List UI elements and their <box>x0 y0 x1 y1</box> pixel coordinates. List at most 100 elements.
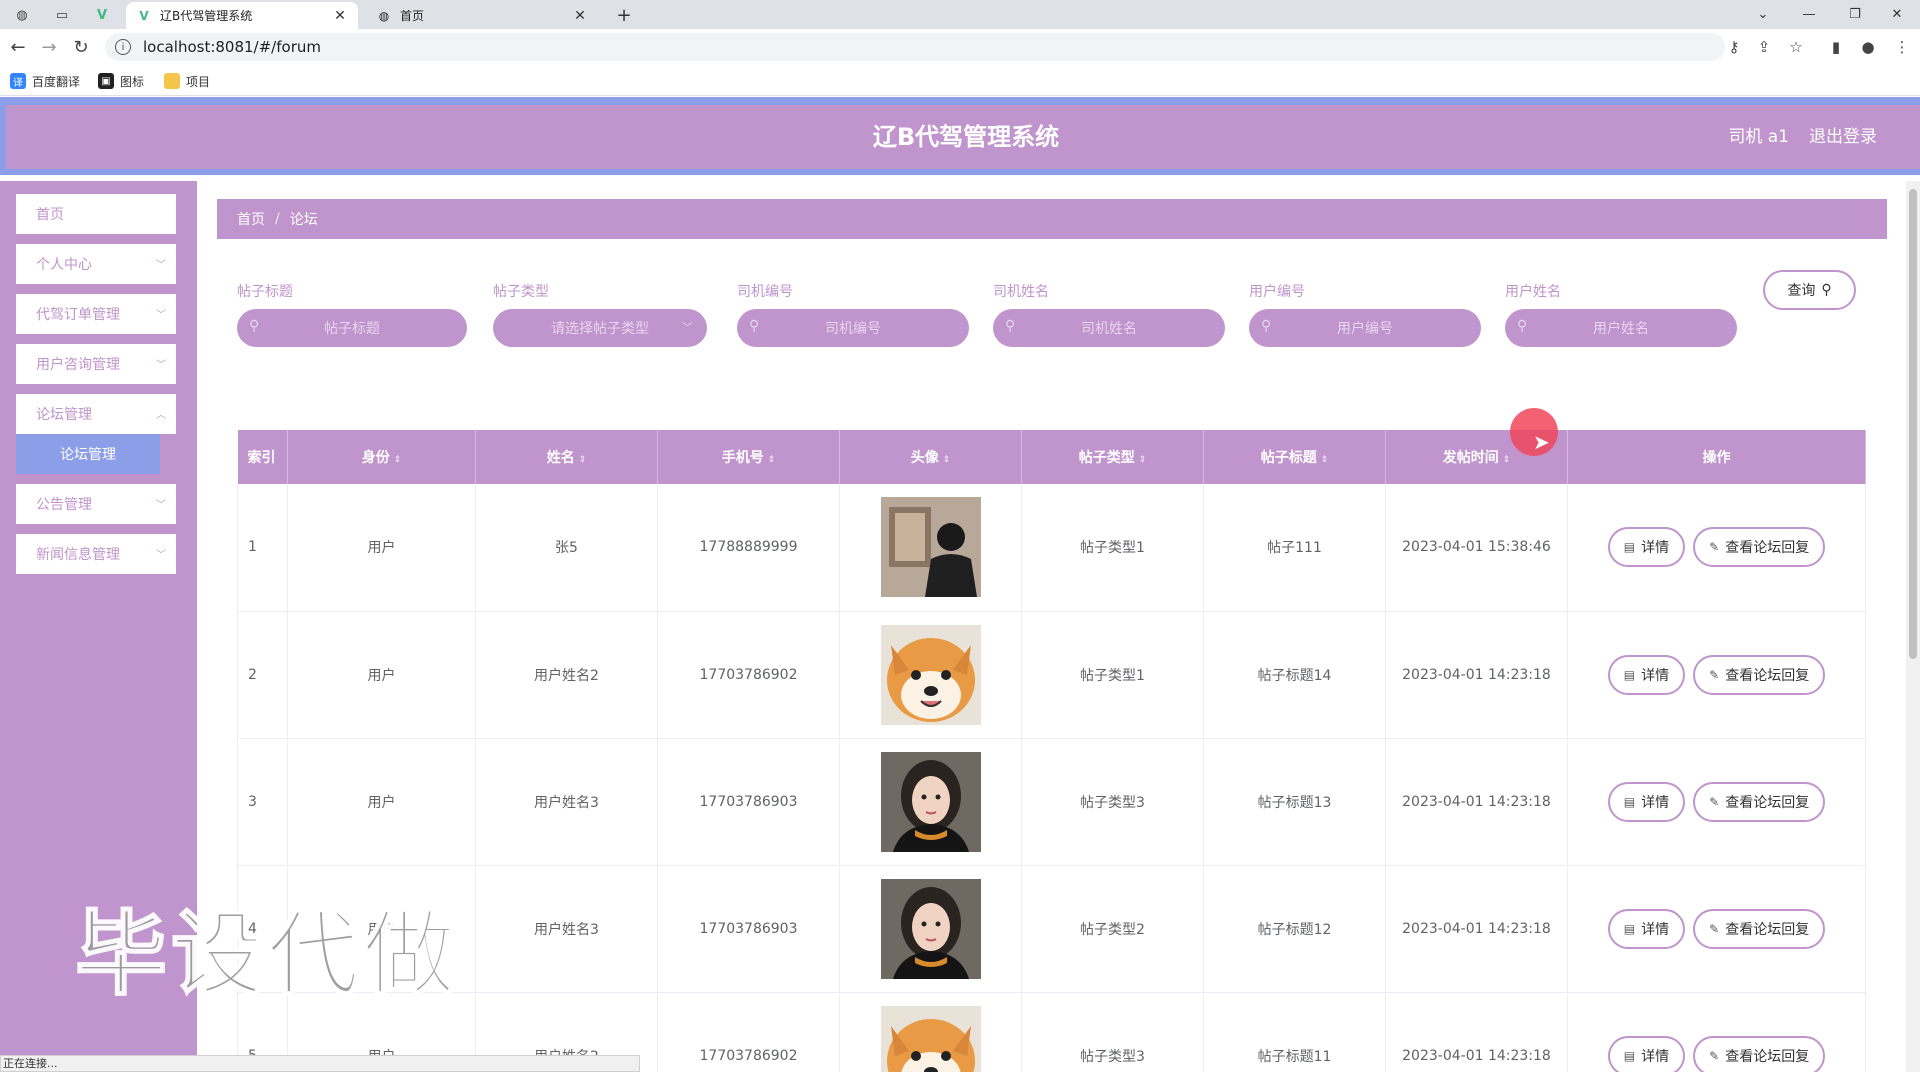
close-tab-icon[interactable]: ✕ <box>332 8 348 24</box>
scrollbar-thumb[interactable] <box>1909 189 1917 659</box>
close-tab-icon[interactable]: ✕ <box>572 8 588 24</box>
view-replies-button[interactable]: ✎ 查看论坛回复 <box>1693 781 1826 822</box>
cell-role: 用户 <box>287 484 476 612</box>
sort-icon[interactable]: ⇕ <box>579 455 587 465</box>
col-phone[interactable]: 手机号 ⇕ <box>657 430 840 484</box>
kebab-menu-icon[interactable]: ⋮ <box>1890 36 1914 58</box>
chevron-down-icon: ﹀ <box>156 360 166 371</box>
sort-icon[interactable]: ⇕ <box>943 455 951 465</box>
bookmark-project[interactable]: 项目 <box>164 71 210 91</box>
search-label-type: 帖子类型 <box>493 284 549 300</box>
address-bar: ← → ↻ i localhost:8081/#/forum ⚷ ⇪ ☆ ▮ ●… <box>0 29 1920 65</box>
cell-name: 用户姓名3 <box>475 865 658 993</box>
cell-time: 2023-04-01 14:23:18 <box>1385 865 1568 993</box>
sidebar-subitem-forum-manage[interactable]: 论坛管理 <box>16 434 160 474</box>
col-role[interactable]: 身份 ⇕ <box>287 430 476 484</box>
browser-tab-active[interactable]: V 辽B代驾管理系统 ✕ <box>126 2 358 29</box>
site-info-icon[interactable]: i <box>115 39 131 55</box>
cell-phone: 17703786903 <box>657 865 840 993</box>
app-title: 辽B代驾管理系统 <box>872 123 1060 151</box>
sidepanel-icon[interactable]: ▮ <box>1824 36 1848 58</box>
document-icon: ▤ <box>1623 794 1636 809</box>
cell-type: 帖子类型1 <box>1021 484 1204 612</box>
forward-arrow-icon[interactable]: → <box>36 35 62 59</box>
pinned-tab-vue-icon[interactable]: V <box>86 3 118 27</box>
current-user: 司机 a1 <box>1728 127 1789 147</box>
sidebar-item-home[interactable]: 首页 <box>16 194 176 234</box>
detail-button[interactable]: ▤ 详情 <box>1607 654 1686 695</box>
detail-button[interactable]: ▤ 详情 <box>1607 781 1686 822</box>
cell-role: 用户 <box>287 738 476 866</box>
minimize-icon[interactable]: — <box>1786 0 1832 29</box>
sort-icon[interactable]: ⇕ <box>1139 455 1147 465</box>
document-icon: ▤ <box>1623 1048 1636 1063</box>
col-avatar[interactable]: 头像 ⇕ <box>839 430 1022 484</box>
browser-tab-strip: ◍ ▭ V V 辽B代驾管理系统 ✕ ◍ 首页 ✕ + ⌄ — ❐ ✕ <box>0 0 1920 29</box>
avatar-image[interactable] <box>840 751 1021 852</box>
view-replies-button[interactable]: ✎ 查看论坛回复 <box>1693 527 1826 568</box>
col-type[interactable]: 帖子类型 ⇕ <box>1021 430 1204 484</box>
col-name[interactable]: 姓名 ⇕ <box>475 430 658 484</box>
sort-icon[interactable]: ⇕ <box>1321 455 1329 465</box>
sidebar-item-profile[interactable]: 个人中心 ﹀ <box>16 244 176 284</box>
page-scrollbar[interactable] <box>1906 181 1920 1072</box>
key-icon[interactable]: ⚷ <box>1722 36 1746 58</box>
sidebar-item-consult[interactable]: 用户咨询管理 ﹀ <box>16 344 176 384</box>
table-header-row: 索引 身份 ⇕ 姓名 ⇕ 手机号 ⇕ 头像 ⇕ 帖子类型 ⇕ 帖子标题 ⇕ 发帖时间 ⇕ 操作 <box>237 430 1866 484</box>
query-button[interactable]: 查询 ⚲ <box>1763 270 1856 310</box>
logout-link[interactable]: 退出登录 <box>1809 105 1877 169</box>
avatar-image[interactable] <box>840 497 1021 598</box>
globe-favicon-icon: ◍ <box>378 8 390 23</box>
back-arrow-icon[interactable]: ← <box>5 35 31 59</box>
search-input-user-name[interactable]: ⚲ 用户姓名 <box>1505 309 1737 347</box>
search-input-driver-no[interactable]: ⚲ 司机编号 <box>737 309 969 347</box>
cell-title: 帖子标题13 <box>1203 738 1386 866</box>
sort-icon[interactable]: ⇕ <box>768 455 776 465</box>
search-input-driver-name[interactable]: ⚲ 司机姓名 <box>993 309 1225 347</box>
sort-icon[interactable]: ⇕ <box>1503 455 1511 465</box>
cell-time: 2023-04-01 14:23:18 <box>1385 611 1568 739</box>
tab-search-icon[interactable]: ⌄ <box>1740 0 1786 29</box>
cell-avatar <box>839 992 1022 1072</box>
sort-icon[interactable]: ⇕ <box>394 455 402 465</box>
cell-name: 用户姓名3 <box>475 738 658 866</box>
pinned-tab-blank-icon[interactable]: ▭ <box>46 3 78 27</box>
sidebar-item-label: 个人中心 <box>36 257 92 273</box>
view-replies-button[interactable]: ✎ 查看论坛回复 <box>1693 654 1826 695</box>
breadcrumb: 首页 / 论坛 <box>217 199 1887 239</box>
share-icon[interactable]: ⇪ <box>1752 36 1776 58</box>
detail-label: 详情 <box>1641 1048 1670 1065</box>
view-replies-button[interactable]: ✎ 查看论坛回复 <box>1693 1035 1826 1072</box>
avatar-image[interactable] <box>840 878 1021 979</box>
profile-icon[interactable]: ● <box>1856 36 1880 58</box>
detail-button[interactable]: ▤ 详情 <box>1607 1035 1686 1072</box>
bookmark-icons[interactable]: ▣ 图标 <box>98 71 144 91</box>
bookmark-translate[interactable]: 译 百度翻译 <box>10 71 80 91</box>
folder-icon <box>164 73 180 89</box>
sidebar-item-forum[interactable]: 论坛管理 ︿ <box>16 394 176 434</box>
sidebar-item-notice[interactable]: 公告管理 ﹀ <box>16 484 176 524</box>
detail-button[interactable]: ▤ 详情 <box>1607 908 1686 949</box>
search-input-title[interactable]: ⚲ 帖子标题 <box>237 309 467 347</box>
url-field[interactable]: i localhost:8081/#/forum <box>105 33 1725 61</box>
detail-button[interactable]: ▤ 详情 <box>1607 527 1686 568</box>
search-input-user-no[interactable]: ⚲ 用户编号 <box>1249 309 1481 347</box>
restore-icon[interactable]: ❐ <box>1832 0 1878 29</box>
browser-tab[interactable]: ◍ 首页 ✕ <box>366 2 598 29</box>
sidebar-item-orders[interactable]: 代驾订单管理 ﹀ <box>16 294 176 334</box>
select-post-type[interactable]: 请选择帖子类型 ﹀ <box>493 309 707 347</box>
sidebar-item-news[interactable]: 新闻信息管理 ﹀ <box>16 534 176 574</box>
breadcrumb-home[interactable]: 首页 <box>237 209 265 229</box>
avatar-image[interactable] <box>840 624 1021 725</box>
new-tab-icon[interactable]: + <box>610 2 638 28</box>
cell-phone: 17703786903 <box>657 738 840 866</box>
col-title[interactable]: 帖子标题 ⇕ <box>1203 430 1386 484</box>
view-replies-button[interactable]: ✎ 查看论坛回复 <box>1693 908 1826 949</box>
reload-icon[interactable]: ↻ <box>68 35 94 59</box>
avatar-image[interactable] <box>840 1005 1021 1072</box>
cell-type: 帖子类型3 <box>1021 992 1204 1072</box>
star-icon[interactable]: ☆ <box>1784 36 1808 58</box>
close-window-icon[interactable]: ✕ <box>1874 0 1920 29</box>
edit-pen-icon: ✎ <box>1709 667 1720 682</box>
pinned-tab-globe-icon[interactable]: ◍ <box>6 3 38 27</box>
